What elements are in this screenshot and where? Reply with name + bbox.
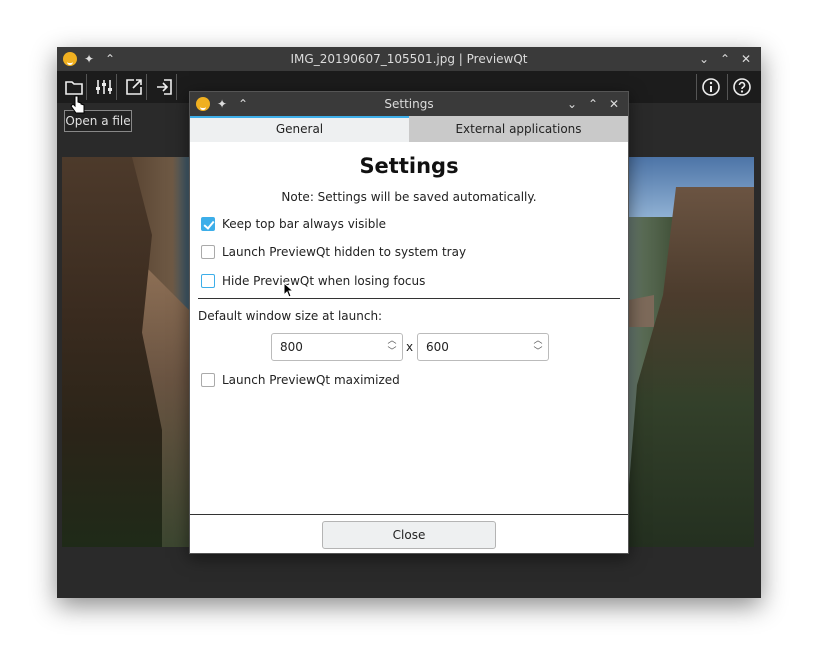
page-title: Settings: [359, 154, 459, 178]
option-hide-on-focus-loss[interactable]: Hide PreviewQt when losing focus: [201, 273, 425, 289]
divider: [190, 514, 628, 515]
info-icon: [701, 78, 720, 96]
width-value: 800: [280, 340, 303, 354]
checkbox[interactable]: [201, 274, 215, 288]
close-icon[interactable]: ✕: [741, 51, 751, 67]
height-spinbox[interactable]: 600 ︿ ﹀: [417, 333, 549, 361]
window-title: IMG_20190607_105501.jpg | PreviewQt: [290, 52, 528, 66]
sliders-icon: [95, 80, 112, 94]
help-button[interactable]: [727, 74, 755, 100]
settings-dialog: ✦ ⌃ Settings ⌄ ⌃ ✕ General External appl…: [189, 91, 629, 554]
hand-cursor-icon: [70, 95, 85, 114]
mouse-pointer-icon: [283, 282, 295, 298]
help-icon: [732, 78, 751, 96]
checkbox[interactable]: [201, 245, 215, 259]
close-icon[interactable]: ✕: [609, 96, 619, 112]
settings-button[interactable]: [91, 74, 117, 100]
tab-bar: General External applications: [190, 116, 628, 142]
checkbox[interactable]: [201, 373, 215, 387]
window-size-label: Default window size at launch:: [198, 309, 383, 323]
open-external-icon: [125, 79, 142, 95]
width-spinbox[interactable]: 800 ︿ ﹀: [271, 333, 403, 361]
minimize-icon[interactable]: ⌄: [699, 51, 709, 67]
option-launch-maximized[interactable]: Launch PreviewQt maximized: [201, 372, 400, 388]
close-button[interactable]: Close: [322, 521, 496, 549]
tab-external-applications[interactable]: External applications: [409, 116, 628, 142]
option-label: Launch PreviewQt hidden to system tray: [222, 245, 467, 259]
settings-note: Note: Settings will be saved automatical…: [281, 190, 537, 204]
size-separator: x: [406, 340, 414, 354]
maximize-icon[interactable]: ⌃: [720, 51, 730, 67]
open-external-button[interactable]: [121, 74, 147, 100]
main-titlebar[interactable]: ✦ ⌃ IMG_20190607_105501.jpg | PreviewQt …: [57, 47, 761, 71]
minimize-icon[interactable]: ⌄: [567, 96, 577, 112]
folder-icon: [64, 81, 83, 95]
cliff-right: [624, 187, 754, 547]
option-label: Keep top bar always visible: [222, 217, 387, 231]
divider: [198, 298, 620, 299]
spin-arrows-icon[interactable]: ︿ ﹀: [532, 336, 544, 358]
height-value: 600: [426, 340, 449, 354]
enter-button[interactable]: [151, 74, 177, 100]
option-label: Launch PreviewQt maximized: [222, 373, 400, 387]
spin-arrows-icon[interactable]: ︿ ﹀: [386, 336, 398, 358]
option-launch-hidden[interactable]: Launch PreviewQt hidden to system tray: [201, 244, 466, 260]
maximize-icon[interactable]: ⌃: [588, 96, 598, 112]
login-icon: [156, 79, 172, 95]
settings-titlebar[interactable]: ✦ ⌃ Settings ⌄ ⌃ ✕: [190, 92, 628, 116]
option-keep-top-bar[interactable]: Keep top bar always visible: [201, 216, 386, 232]
tab-general[interactable]: General: [190, 116, 409, 142]
about-button[interactable]: [696, 74, 724, 100]
checkbox-checked[interactable]: [201, 217, 215, 231]
option-label: Hide PreviewQt when losing focus: [222, 274, 426, 288]
settings-window-title: Settings: [384, 97, 434, 111]
